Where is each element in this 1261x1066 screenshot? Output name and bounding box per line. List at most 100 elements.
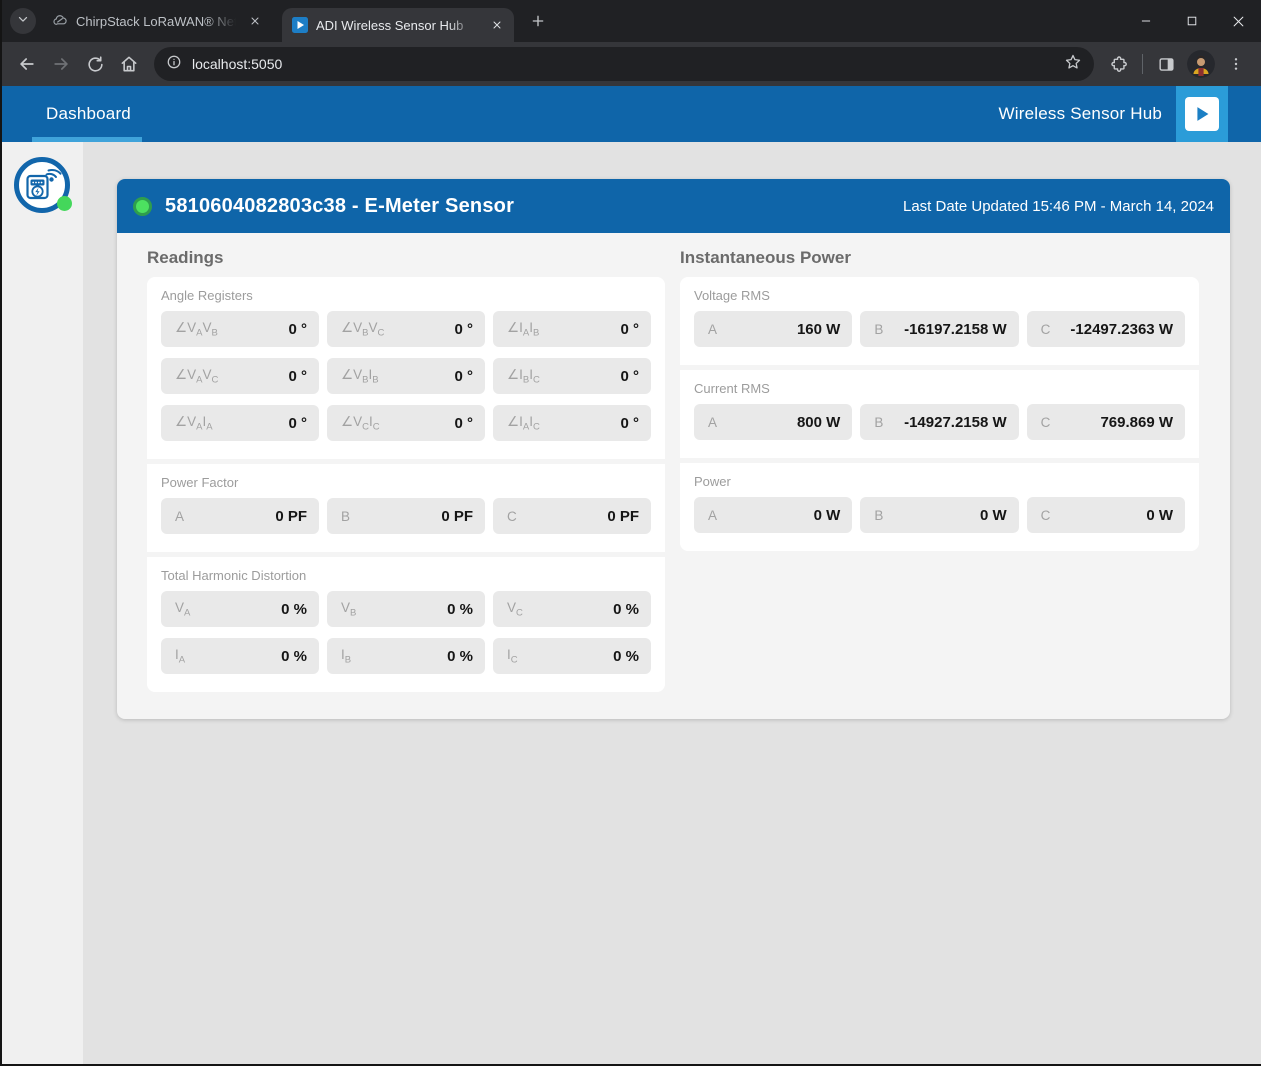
- metric-label: A: [708, 415, 717, 430]
- sidebar: [2, 142, 83, 1064]
- metric-label: ∠VBVC: [341, 320, 384, 339]
- section-angle-registers: Angle Registers∠VAVB0 °∠VBVC0 °∠IAIB0 °∠…: [147, 277, 665, 459]
- metric-label: C: [1041, 508, 1051, 523]
- section-power-factor: Power FactorA0 PFB0 PFC0 PF: [147, 464, 665, 552]
- metric-value: 0 PF: [607, 508, 639, 525]
- profile-avatar[interactable]: [1187, 50, 1215, 78]
- green-status-dot: [57, 196, 72, 211]
- metric-field: ∠VBVC0 °: [327, 311, 485, 347]
- url-bar[interactable]: localhost:5050: [154, 47, 1094, 81]
- back-button[interactable]: [10, 47, 44, 81]
- close-tab-icon[interactable]: [246, 12, 264, 30]
- minimize-button[interactable]: [1123, 0, 1169, 42]
- metric-field: IB0 %: [327, 638, 485, 674]
- tab-title: ChirpStack LoRaWAN® Network: [76, 14, 236, 29]
- metric-value: 0 °: [454, 368, 473, 385]
- home-button[interactable]: [112, 47, 146, 81]
- metric-label: VB: [341, 600, 356, 619]
- metric-label: VA: [175, 600, 190, 619]
- section-label: Total Harmonic Distortion: [161, 568, 651, 583]
- metric-label: ∠VAVB: [175, 320, 218, 339]
- metric-field: B 0 W: [860, 497, 1018, 533]
- tab-adi-wireless-sensor-hub[interactable]: ADI Wireless Sensor Hub: [282, 8, 514, 42]
- extensions-puzzle-icon[interactable]: [1102, 47, 1136, 81]
- metric-value: 0 %: [447, 648, 473, 665]
- metric-label: ∠VAVC: [175, 367, 218, 386]
- metric-value: -12497.2363 W: [1070, 321, 1173, 338]
- tab-chirpstack[interactable]: ChirpStack LoRaWAN® Network: [42, 0, 272, 42]
- metric-field: B-16197.2158 W: [860, 311, 1018, 347]
- metric-value: 0 W: [1146, 507, 1173, 524]
- metric-value: 0 °: [288, 368, 307, 385]
- metric-grid: A160 WB-16197.2158 WC-12497.2363 W: [694, 311, 1185, 347]
- metric-value: 0 PF: [441, 508, 473, 525]
- metric-field: ∠VAIA0 °: [161, 405, 319, 441]
- device-card-header: 5810604082803c38 - E-Meter Sensor Last D…: [117, 179, 1230, 233]
- metric-field: B0 PF: [327, 498, 485, 534]
- metric-value: 0 PF: [275, 508, 307, 525]
- metric-label: B: [874, 508, 883, 523]
- metric-value: 0 %: [281, 601, 307, 618]
- metric-field: ∠VAVC 0 °: [161, 358, 319, 394]
- maximize-button[interactable]: [1169, 0, 1215, 42]
- metric-label: ∠VAIA: [175, 414, 213, 433]
- metric-field: A 800 W: [694, 404, 852, 440]
- metric-field: ∠VAVB0 °: [161, 311, 319, 347]
- section-label: Power Factor: [161, 475, 651, 490]
- bookmark-star-icon[interactable]: [1064, 53, 1082, 76]
- section-heading: Readings: [147, 248, 665, 268]
- metric-field: ∠IAIB0 °: [493, 311, 651, 347]
- toolbar-separator: [1142, 54, 1143, 74]
- metric-field: ∠IAIC 0 °: [493, 405, 651, 441]
- nav-item-dashboard[interactable]: Dashboard: [46, 104, 131, 124]
- metric-value: 0 %: [613, 601, 639, 618]
- metric-label: A: [175, 509, 184, 524]
- metric-value: 0 W: [980, 507, 1007, 524]
- close-tab-icon[interactable]: [488, 16, 506, 34]
- metric-label: ∠IAIB: [507, 320, 539, 339]
- chevron-down-icon: [16, 12, 30, 31]
- section-voltage-rms: Voltage RMSA160 WB-16197.2158 WC-12497.2…: [680, 277, 1199, 365]
- metric-field: ∠VCIC0 °: [327, 405, 485, 441]
- instantaneous-power-column: Instantaneous Power Voltage RMSA160 WB-1…: [680, 248, 1199, 692]
- metric-value: 800 W: [797, 414, 840, 431]
- metric-label: A: [708, 508, 717, 523]
- window-controls: [1123, 0, 1261, 42]
- last-updated-text: Last Date Updated 15:46 PM - March 14, 2…: [903, 198, 1214, 215]
- metric-field: VB 0 %: [327, 591, 485, 627]
- section-label: Current RMS: [694, 381, 1185, 396]
- metric-value: 769.869 W: [1100, 414, 1173, 431]
- metric-field: A 0 PF: [161, 498, 319, 534]
- section-current-rms: Current RMSA800 WB-14927.2158 WC769.869 …: [680, 370, 1199, 458]
- forward-button[interactable]: [44, 47, 78, 81]
- metric-value: -16197.2158 W: [904, 321, 1007, 338]
- section-total-harmonic-distortion: Total Harmonic DistortionVA0 %VB0 %VC0 %…: [147, 557, 665, 692]
- sidebar-item-emeter-device[interactable]: [13, 156, 73, 216]
- metric-field: ∠VBIB0 °: [327, 358, 485, 394]
- main-content: 5810604082803c38 - E-Meter Sensor Last D…: [83, 142, 1261, 1064]
- url-text[interactable]: localhost:5050: [192, 56, 282, 72]
- browser-toolbar: localhost:5050: [2, 42, 1261, 86]
- metric-value: 0 %: [447, 601, 473, 618]
- new-tab-button[interactable]: [524, 7, 552, 35]
- metric-value: 0 °: [620, 415, 639, 432]
- metric-label: ∠IAIC: [507, 414, 540, 433]
- instantaneous-power-panels: Voltage RMSA160 WB-16197.2158 WC-12497.2…: [680, 277, 1199, 551]
- play-badge-icon: [1185, 97, 1219, 131]
- metric-grid: VA0 %VB0 %VC0 %IA0 %IB0 %IC0 %: [161, 591, 651, 674]
- device-card-body: Readings Angle Registers∠VAVB0 °∠VBVC0 °…: [117, 233, 1230, 692]
- site-info-icon[interactable]: [166, 54, 182, 75]
- tab-search-button[interactable]: [10, 8, 36, 34]
- metric-field: ∠IBIC0 °: [493, 358, 651, 394]
- metric-label: B: [874, 415, 883, 430]
- metric-field: A0 W: [694, 497, 852, 533]
- reload-button[interactable]: [78, 47, 112, 81]
- close-window-button[interactable]: [1215, 0, 1261, 42]
- brand-logo-button[interactable]: [1176, 86, 1228, 142]
- metric-label: C: [1041, 415, 1051, 430]
- kebab-menu-icon[interactable]: [1219, 47, 1253, 81]
- side-panel-icon[interactable]: [1149, 47, 1183, 81]
- metric-label: IC: [507, 647, 518, 666]
- section-heading: Instantaneous Power: [680, 248, 1199, 268]
- readings-column: Readings Angle Registers∠VAVB0 °∠VBVC0 °…: [147, 248, 665, 692]
